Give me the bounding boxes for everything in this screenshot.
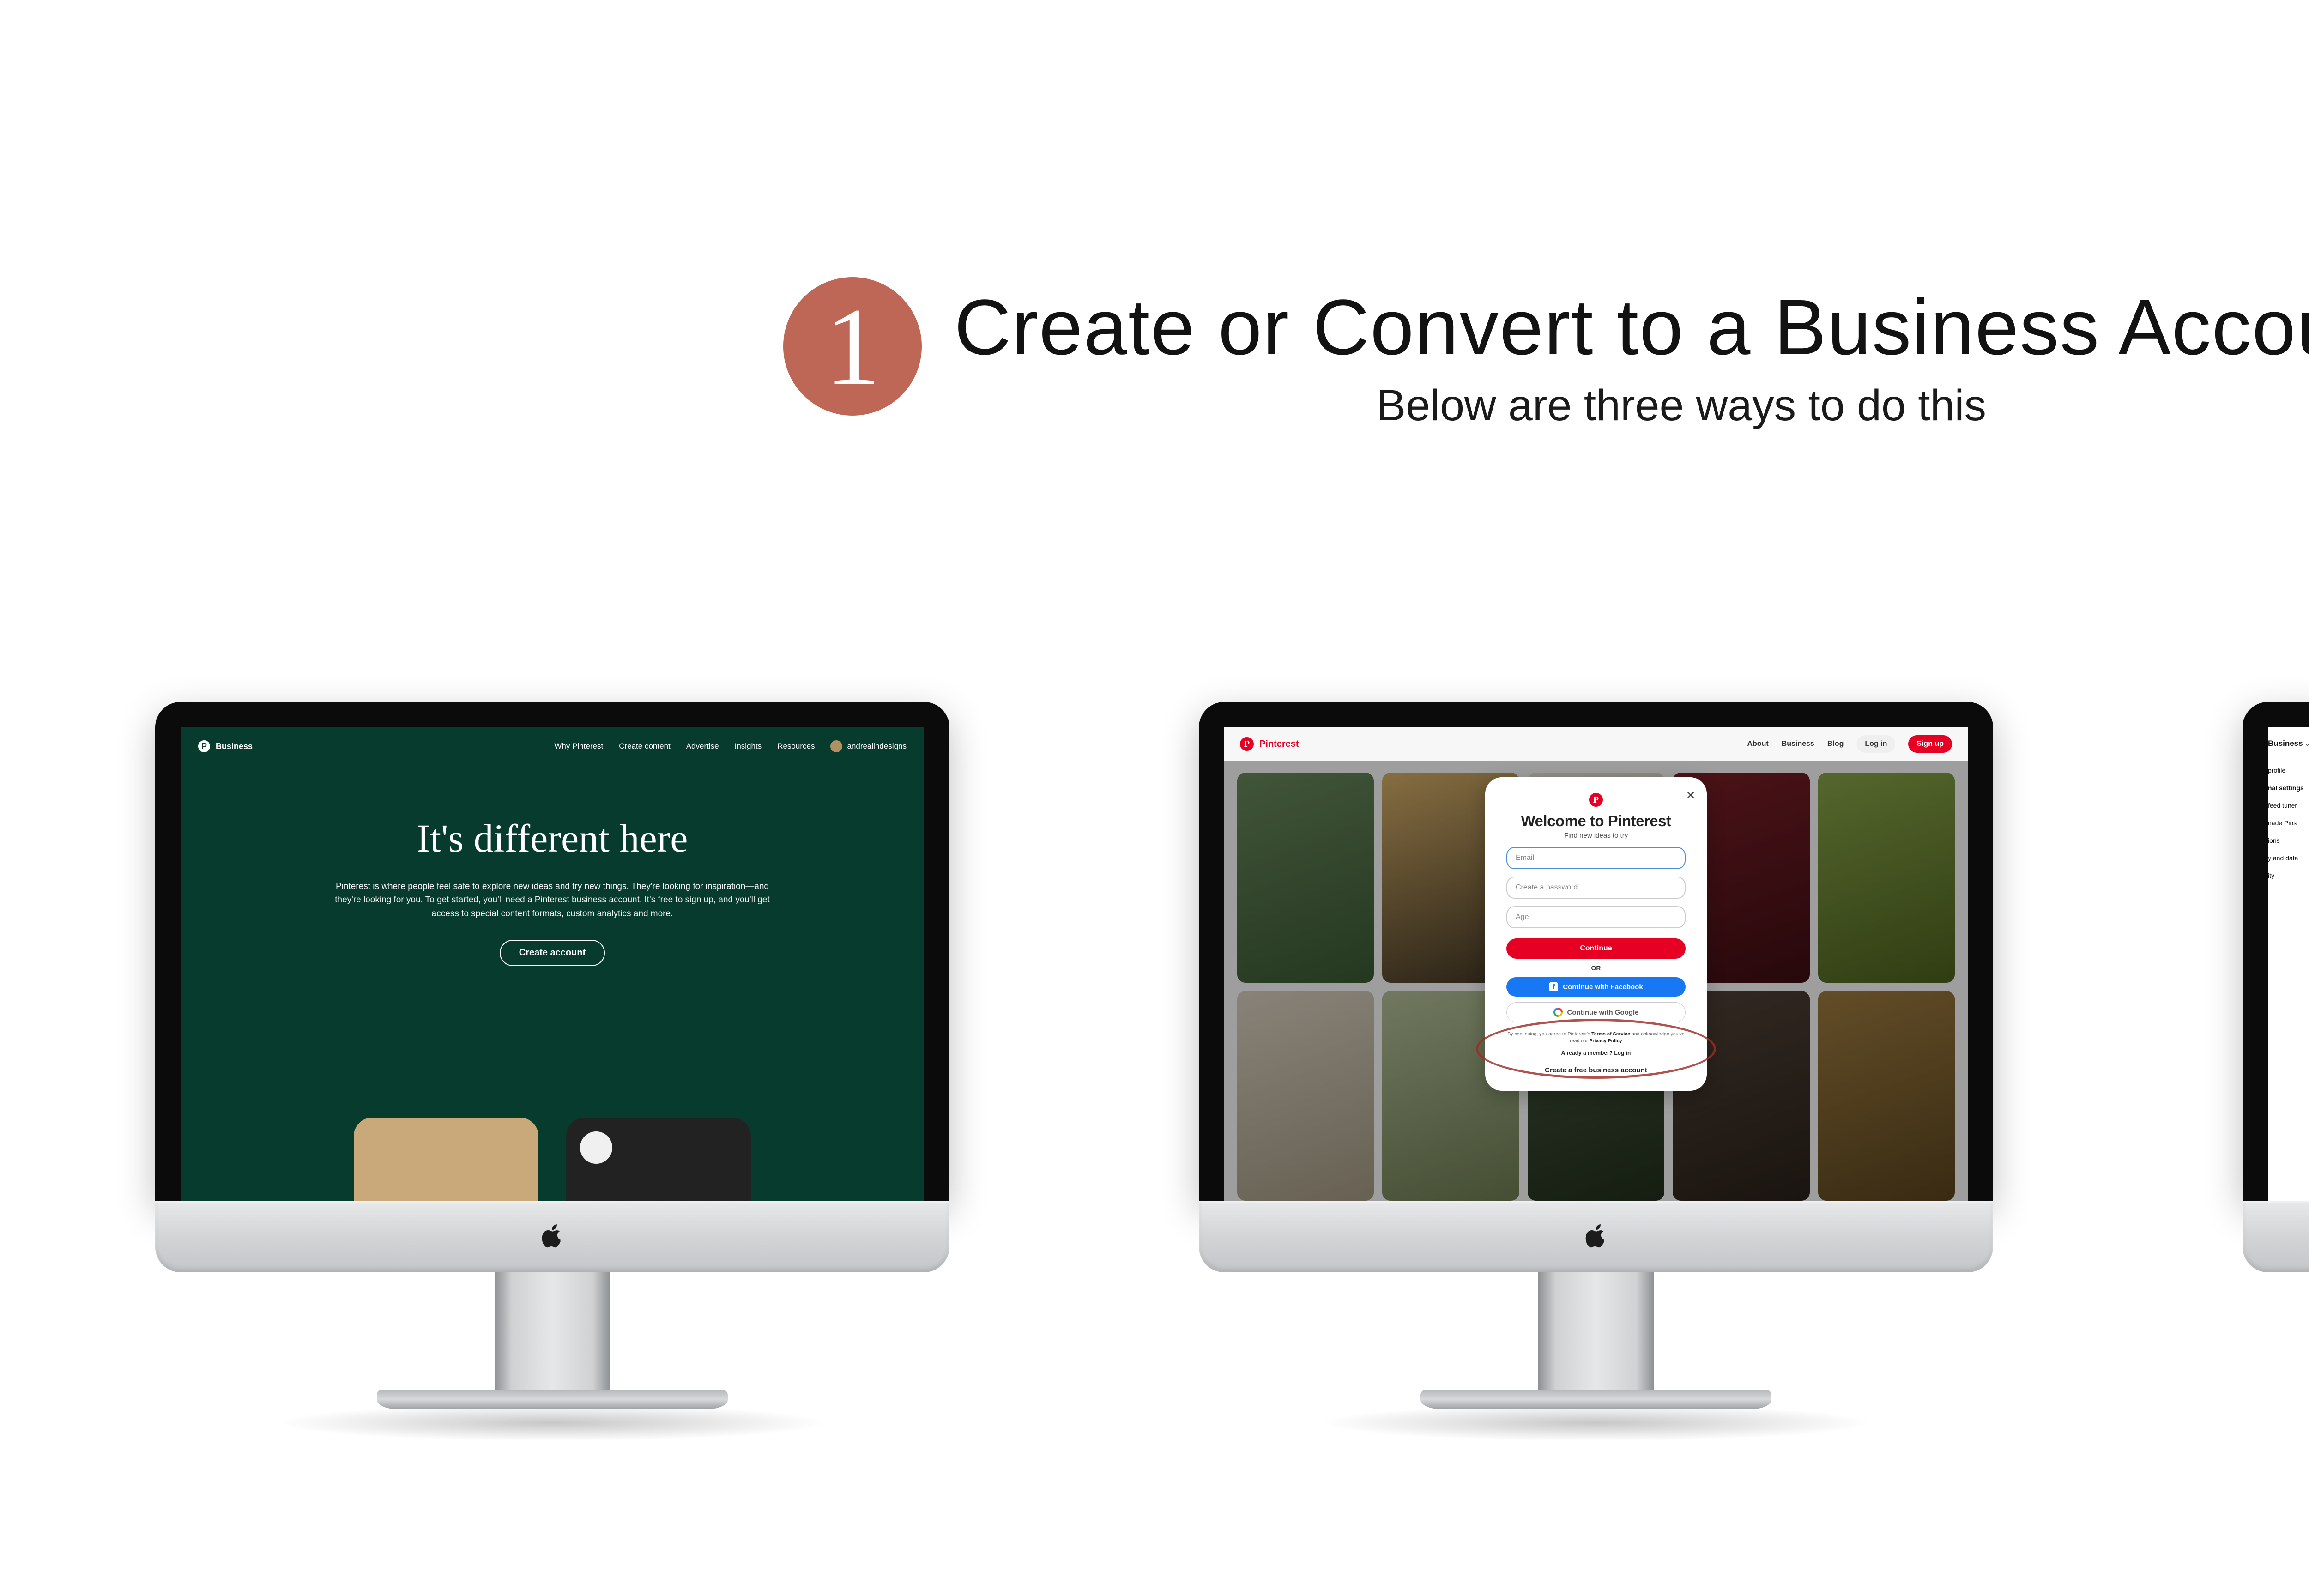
s1-navbar: P Business Why Pinterest Create content … <box>181 727 924 765</box>
sidebar-item-settings[interactable]: nal settings <box>2268 779 2309 797</box>
screen-3-account-settings: Business Create Analytics Ads profile na… <box>2268 727 2309 1201</box>
imac-3-chin <box>2243 1201 2309 1272</box>
s1-nav-menu: Why Pinterest Create content Advertise I… <box>554 740 907 752</box>
continue-google-label: Continue with Google <box>1567 1009 1639 1016</box>
settings-sidebar: profile nal settings feed tuner nade Pin… <box>2268 760 2309 1201</box>
nav-advertise[interactable]: Advertise <box>686 742 719 751</box>
screen-2-pinterest-signup: P Pinterest About Business Blog Log in S… <box>1224 727 1968 1201</box>
s2-topbar: P Pinterest About Business Blog Log in S… <box>1224 727 1968 761</box>
s3-body: profile nal settings feed tuner nade Pin… <box>2268 760 2309 1201</box>
preview-card-1 <box>354 1118 538 1201</box>
create-account-button[interactable]: Create account <box>500 940 605 966</box>
nav-resources[interactable]: Resources <box>777 742 815 751</box>
s2-top-menu: About Business Blog Log in Sign up <box>1747 735 1952 753</box>
close-icon[interactable]: ✕ <box>1686 788 1696 803</box>
signup-modal: ✕ P Welcome to Pinterest Find new ideas … <box>1485 777 1707 1091</box>
create-business-account-link[interactable]: Create a free business account <box>1506 1066 1686 1074</box>
imac-3-bezel: Business Create Analytics Ads profile na… <box>2243 702 2309 1201</box>
imac-3: Business Create Analytics Ads profile na… <box>2243 702 2309 1409</box>
age-field[interactable]: Age <box>1506 906 1686 928</box>
terms-text: By continuing, you agree to Pinterest's … <box>1506 1031 1686 1044</box>
s1-hero: It's different here Pinterest is where p… <box>181 815 924 966</box>
screen-1-pinterest-business: P Business Why Pinterest Create content … <box>181 727 924 1201</box>
sidebar-item-pins[interactable]: nade Pins <box>2268 814 2309 832</box>
preview-card-2 <box>566 1118 751 1201</box>
avatar <box>830 740 842 752</box>
modal-subtitle: Find new ideas to try <box>1506 832 1686 840</box>
s2-brand-label: Pinterest <box>1259 739 1299 750</box>
imac-1-stand-foot <box>377 1390 728 1409</box>
s1-brand-label: Business <box>216 742 253 751</box>
header-text: Create or Convert to a Business Account … <box>954 277 2309 431</box>
monitors-row: P Business Why Pinterest Create content … <box>0 702 2309 1409</box>
username: andrealindesigns <box>847 742 907 751</box>
password-field[interactable]: Create a password <box>1506 877 1686 899</box>
email-field[interactable]: Email <box>1506 847 1686 869</box>
pinterest-icon: P <box>1589 793 1603 807</box>
pinterest-icon[interactable]: P <box>1240 737 1254 751</box>
imac-2-bezel: P Pinterest About Business Blog Log in S… <box>1199 702 1993 1201</box>
imac-1-shadow <box>275 1404 829 1441</box>
nav-why-pinterest[interactable]: Why Pinterest <box>554 742 603 751</box>
sidebar-item-tuner[interactable]: feed tuner <box>2268 797 2309 814</box>
page-subtitle: Below are three ways to do this <box>954 381 2309 431</box>
s1-brand[interactable]: P Business <box>198 740 253 752</box>
sidebar-item-privacy[interactable]: y and data <box>2268 849 2309 867</box>
already-member-link[interactable]: Already a member? Log in <box>1506 1050 1686 1056</box>
pinterest-icon: P <box>198 740 210 752</box>
hero-title: It's different here <box>245 815 859 861</box>
imac-2-chin <box>1199 1201 1993 1272</box>
nav-blog[interactable]: Blog <box>1827 740 1844 748</box>
hero-body: Pinterest is where people feel safe to e… <box>331 880 774 920</box>
nav-user[interactable]: andrealindesigns <box>830 740 907 752</box>
page-header: 1 Create or Convert to a Business Accoun… <box>0 277 2309 431</box>
nav-insights[interactable]: Insights <box>735 742 762 751</box>
sidebar-item[interactable]: ions <box>2268 832 2309 849</box>
nav-about[interactable]: About <box>1747 740 1768 748</box>
facebook-icon: f <box>1549 982 1558 991</box>
settings-footer: Reset Save <box>2268 1165 2309 1185</box>
imac-1-chin <box>155 1201 949 1272</box>
continue-google-button[interactable]: Continue with Google <box>1506 1002 1686 1022</box>
step-number: 1 <box>825 291 880 402</box>
continue-button[interactable]: Continue <box>1506 938 1686 959</box>
imac-1-stand-neck <box>495 1272 610 1392</box>
nav-business[interactable]: Business <box>1782 740 1814 748</box>
imac-1-bezel: P Business Why Pinterest Create content … <box>155 702 949 1201</box>
imac-2-shadow <box>1319 1404 1873 1441</box>
apple-logo-icon <box>1585 1224 1607 1249</box>
step-badge: 1 <box>783 277 922 416</box>
apple-logo-icon <box>542 1224 563 1249</box>
login-button[interactable]: Log in <box>1856 735 1895 753</box>
imac-1: P Business Why Pinterest Create content … <box>155 702 949 1409</box>
modal-title: Welcome to Pinterest <box>1506 812 1686 830</box>
preview-card-2-icon <box>580 1131 612 1164</box>
imac-2: P Pinterest About Business Blog Log in S… <box>1199 702 1993 1409</box>
or-divider: OR <box>1506 964 1686 972</box>
sidebar-item-security[interactable]: ity <box>2268 867 2309 884</box>
nav-business[interactable]: Business <box>2268 739 2309 748</box>
s1-preview-cards <box>181 1118 924 1201</box>
signup-button[interactable]: Sign up <box>1908 735 1952 753</box>
continue-facebook-button[interactable]: f Continue with Facebook <box>1506 977 1686 997</box>
s3-topbar: Business Create Analytics Ads <box>2268 727 2309 760</box>
nav-create-content[interactable]: Create content <box>619 742 671 751</box>
sidebar-item-profile[interactable]: profile <box>2268 762 2309 779</box>
imac-2-stand-foot <box>1420 1390 1771 1409</box>
page-title: Create or Convert to a Business Account <box>954 286 2309 369</box>
imac-2-stand-neck <box>1538 1272 1654 1392</box>
continue-facebook-label: Continue with Facebook <box>1563 983 1643 991</box>
google-icon <box>1553 1008 1563 1017</box>
